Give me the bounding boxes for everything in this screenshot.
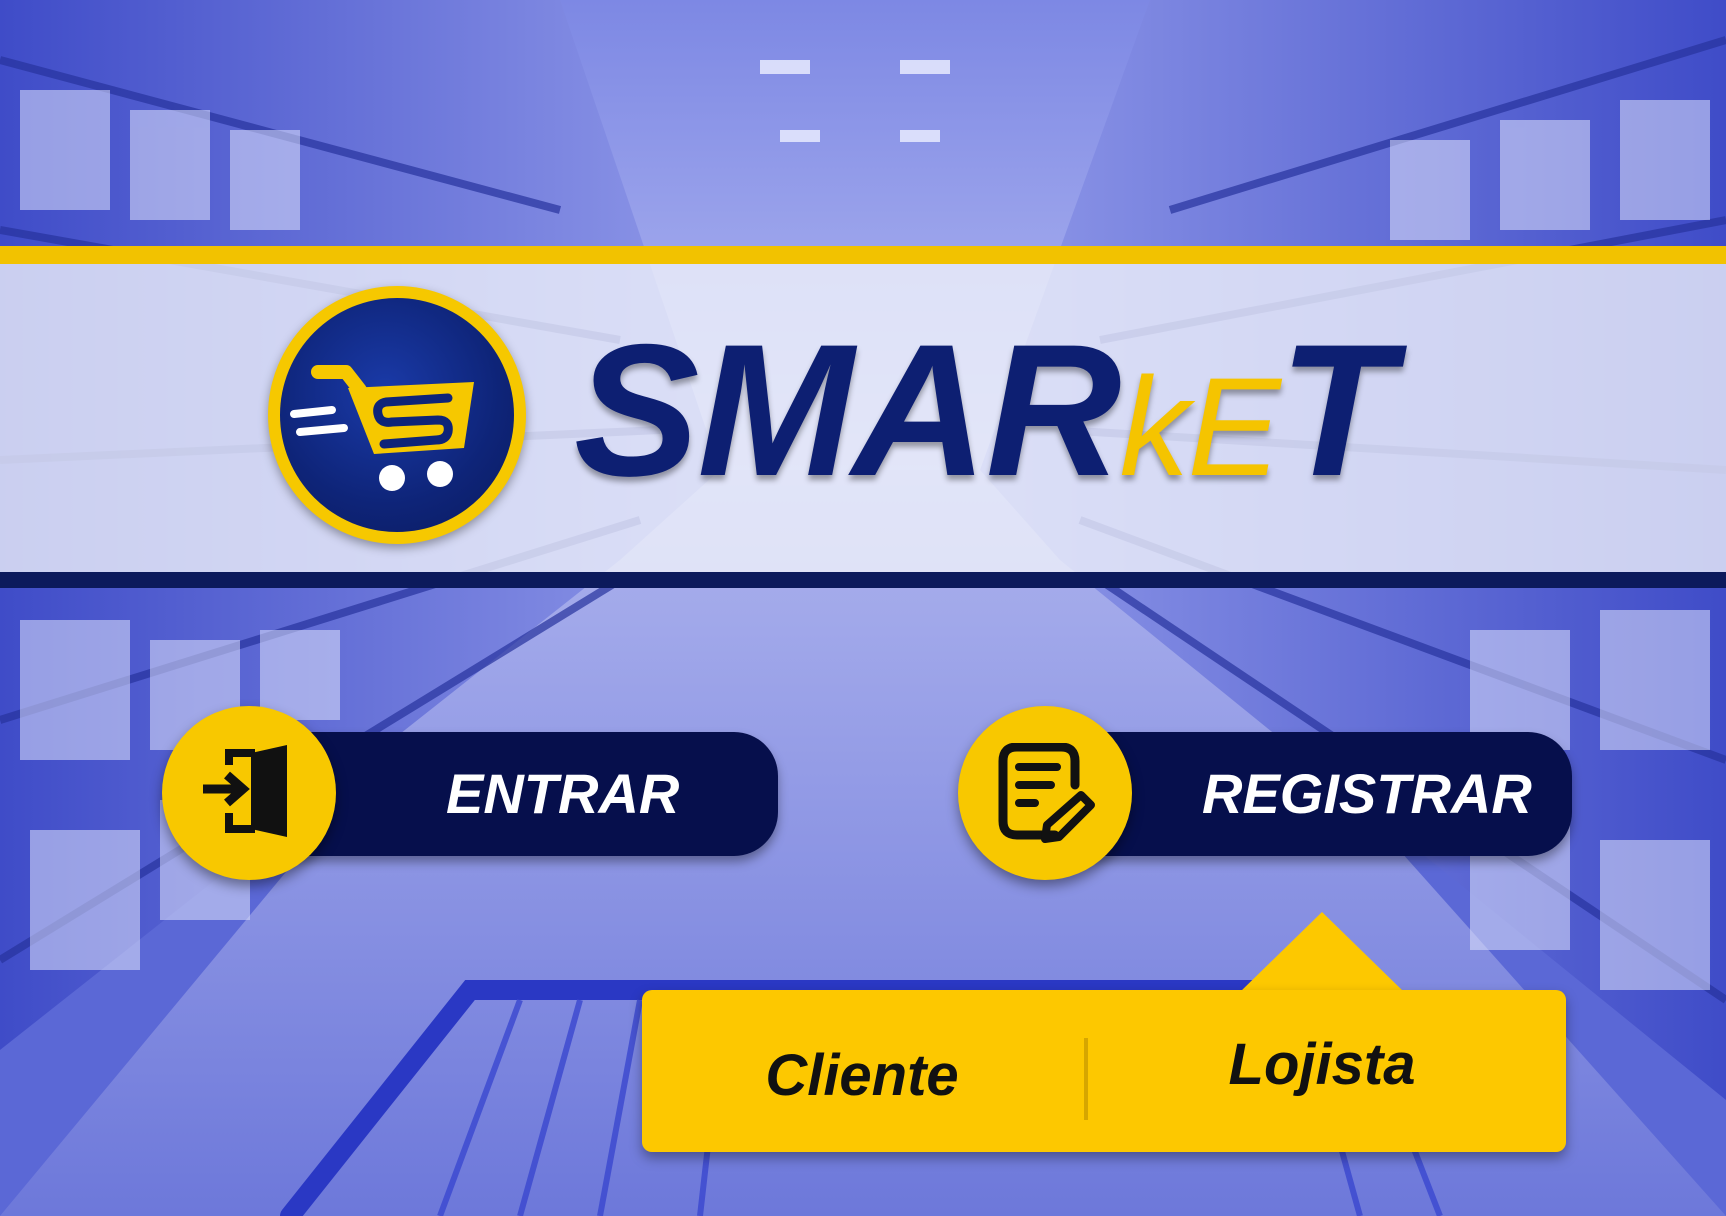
- registrar-button-label: REGISTRAR: [1202, 762, 1532, 825]
- form-edit-icon: [998, 743, 1095, 843]
- register-menu-pointer: [1240, 912, 1404, 992]
- registrar-icon-button[interactable]: [958, 706, 1132, 880]
- register-option-cliente[interactable]: Cliente: [682, 990, 1042, 1152]
- brand-wordmark: SMARkET: [574, 300, 1394, 520]
- door-enter-icon: [203, 745, 287, 837]
- brand-name-accent: kE: [1119, 348, 1281, 505]
- entrar-button-label: ENTRAR: [446, 762, 680, 825]
- banner-bottom-stripe: [0, 572, 1726, 588]
- register-option-lojista[interactable]: Lojista: [1142, 990, 1502, 1152]
- app-logo: [268, 286, 526, 544]
- brand-name-part1: SMAR: [574, 305, 1122, 515]
- register-type-menu: Cliente Lojista: [642, 990, 1566, 1152]
- shopping-cart-icon: [290, 365, 474, 491]
- menu-divider: [1084, 1038, 1088, 1120]
- entrar-icon-button[interactable]: [162, 706, 336, 880]
- brand-name-part3: T: [1278, 305, 1394, 515]
- banner-top-stripe: [0, 246, 1726, 264]
